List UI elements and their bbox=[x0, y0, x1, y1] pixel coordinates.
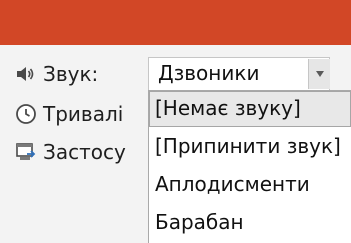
duration-label: Тривалі bbox=[43, 102, 124, 126]
duration-option-row: Тривалі bbox=[14, 99, 146, 129]
apply-all-icon bbox=[14, 140, 38, 164]
sound-label: Звук: bbox=[43, 62, 99, 86]
sound-option-row: Звук: bbox=[14, 59, 146, 89]
sound-option-none[interactable]: [Немає звуку] bbox=[149, 91, 351, 127]
sound-select-value: Дзвоники bbox=[158, 61, 260, 85]
speaker-icon bbox=[14, 62, 38, 86]
apply-all-option-row[interactable]: Застосу bbox=[14, 137, 146, 167]
sound-dropdown-list: [Немає звуку] [Припинити звук] Аплодисме… bbox=[148, 90, 351, 243]
transition-options-window: Звук: Тривалі Застосу Дзвоники [Немає зв… bbox=[0, 0, 351, 243]
clock-icon bbox=[14, 102, 38, 126]
dropdown-arrow-button[interactable] bbox=[308, 59, 330, 89]
ribbon-header-bar bbox=[0, 0, 351, 45]
sound-option-applause[interactable]: Аплодисменти bbox=[149, 167, 351, 203]
sound-option-drumroll[interactable]: Барабан bbox=[149, 205, 351, 241]
sound-option-stop[interactable]: [Припинити звук] bbox=[149, 129, 351, 165]
chevron-down-icon bbox=[316, 71, 324, 77]
sound-select[interactable]: Дзвоники bbox=[148, 57, 330, 91]
apply-all-label: Застосу bbox=[43, 140, 126, 164]
